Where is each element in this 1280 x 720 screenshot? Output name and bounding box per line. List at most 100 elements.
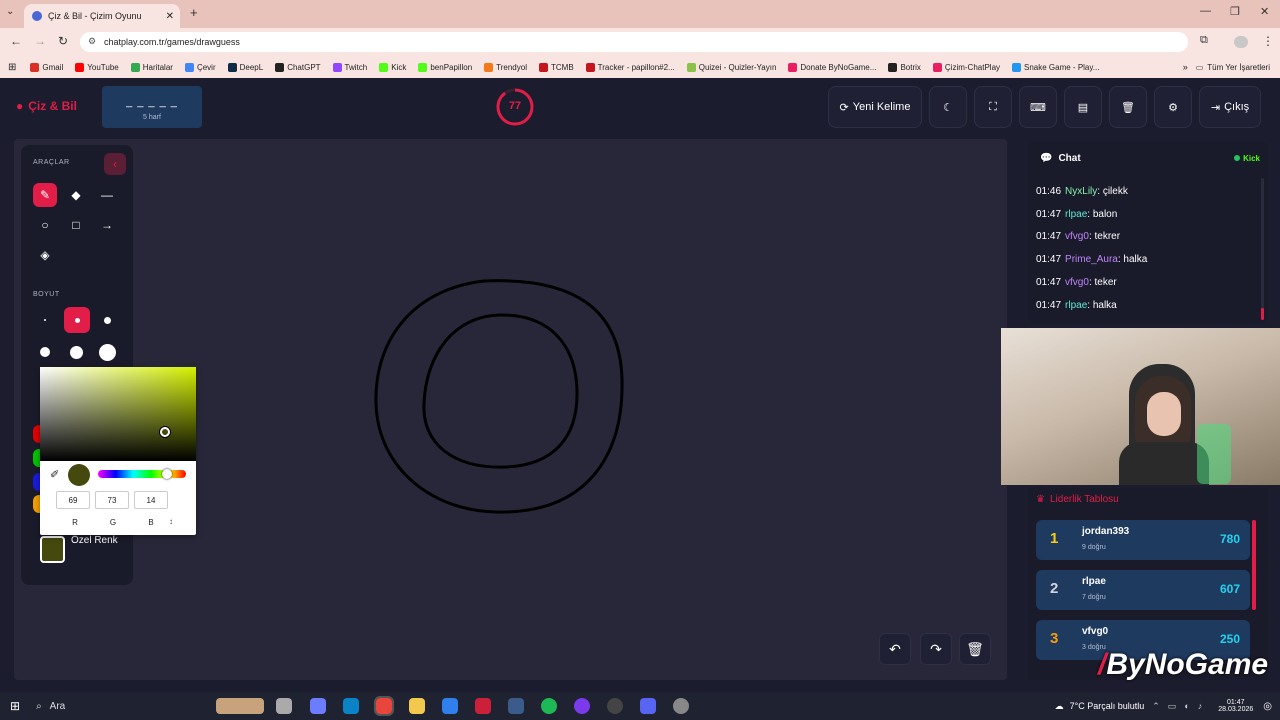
- redo-button[interactable]: ↷: [920, 633, 952, 665]
- message-user[interactable]: Prime_Aura: [1065, 254, 1118, 265]
- size-xs[interactable]: [33, 308, 57, 332]
- rectangle-tool[interactable]: □: [64, 213, 88, 237]
- bookmark-item[interactable]: Kick: [379, 62, 406, 72]
- task-view-icon[interactable]: [276, 698, 293, 714]
- taskbar-search[interactable]: ⌕ Ara: [36, 701, 216, 712]
- moon-icon: ☾: [943, 101, 953, 114]
- saturation-area[interactable]: [40, 367, 196, 461]
- bookmark-item[interactable]: Botrix: [888, 62, 921, 72]
- edge-icon[interactable]: [343, 698, 360, 714]
- address-bar[interactable]: ⚙ chatplay.com.tr/games/drawguess: [80, 32, 1188, 52]
- eyedropper-icon[interactable]: ✐: [50, 468, 59, 481]
- circle-tool[interactable]: ○: [33, 213, 57, 237]
- minimize-icon[interactable]: —: [1200, 5, 1211, 17]
- weather-widget[interactable]: ☁ 7°C Parçalı bulutlu: [1055, 701, 1145, 712]
- app-icon[interactable]: [574, 698, 591, 714]
- bookmark-item[interactable]: benPapillon: [418, 62, 472, 72]
- app-icon-2[interactable]: [673, 698, 690, 714]
- archive-button[interactable]: ▤: [1064, 86, 1102, 128]
- size-m[interactable]: [95, 308, 119, 332]
- close-window-icon[interactable]: ✕: [1260, 5, 1269, 18]
- apps-grid-icon[interactable]: ⊞: [8, 62, 16, 73]
- site-info-icon[interactable]: ⚙: [88, 36, 96, 47]
- clear-canvas-button[interactable]: 🗑: [959, 633, 991, 665]
- obs-icon[interactable]: [607, 698, 624, 714]
- size-s[interactable]: [64, 307, 90, 333]
- brush-tool[interactable]: ✎: [33, 183, 57, 207]
- more-bookmarks-icon[interactable]: »: [1183, 62, 1188, 72]
- exit-button[interactable]: ⇥ Çıkış: [1199, 86, 1261, 128]
- message-user[interactable]: NyxLily: [1065, 186, 1097, 197]
- undo-button[interactable]: ↶: [879, 633, 911, 665]
- fill-tool[interactable]: ◈: [33, 243, 57, 267]
- all-bookmarks[interactable]: ▭ Tüm Yer İşaretleri: [1196, 63, 1270, 72]
- copilot-icon[interactable]: [310, 698, 327, 714]
- mail-icon[interactable]: [442, 698, 459, 714]
- bookmark-item[interactable]: Trendyol: [484, 62, 527, 72]
- size-xxl[interactable]: [95, 340, 119, 364]
- color-picker[interactable]: ✐ 69 73 14 R G B ↕: [40, 367, 196, 535]
- settings-button[interactable]: ⚙: [1154, 86, 1192, 128]
- bookmark-item[interactable]: YouTube: [75, 62, 119, 72]
- green-input[interactable]: 73: [95, 491, 129, 509]
- size-l[interactable]: [33, 340, 57, 364]
- leaderboard-scrollbar[interactable]: [1252, 520, 1256, 610]
- chat-scroll-thumb[interactable]: [1261, 308, 1264, 320]
- bookmark-item[interactable]: DeepL: [227, 62, 263, 72]
- tray-icons[interactable]: ⌃▭◐♪: [1152, 701, 1210, 712]
- tab-search-icon[interactable]: ⌄: [6, 6, 14, 17]
- clear-chat-button[interactable]: 🗑: [1109, 86, 1147, 128]
- arrow-tool[interactable]: →: [95, 213, 119, 237]
- opera-icon[interactable]: [475, 698, 492, 714]
- bookmark-item[interactable]: Donate ByNoGame...: [788, 62, 876, 72]
- bookmark-item[interactable]: Çevir: [184, 62, 216, 72]
- eraser-tool[interactable]: ◆: [64, 183, 88, 207]
- extensions-icon[interactable]: ⧉: [1200, 34, 1208, 47]
- new-tab-icon[interactable]: +: [190, 5, 198, 20]
- back-icon[interactable]: ←: [10, 34, 22, 48]
- close-tab-icon[interactable]: ✕: [166, 11, 174, 22]
- collapse-panel-button[interactable]: ‹: [104, 153, 126, 175]
- bookmark-item[interactable]: Quizei - Quizler-Yayın: [686, 62, 776, 72]
- hue-handle[interactable]: [162, 469, 172, 479]
- message-user[interactable]: rlpae: [1065, 209, 1087, 220]
- bookmark-item[interactable]: ChatGPT: [275, 62, 321, 72]
- restore-icon[interactable]: ❐: [1230, 5, 1240, 18]
- browser-tab[interactable]: Çiz & Bil - Çizim Oyunu ✕: [24, 4, 180, 28]
- bookmark-item[interactable]: Tracker - papillon#2...: [585, 62, 675, 72]
- forward-icon[interactable]: →: [34, 34, 46, 48]
- fullscreen-button[interactable]: ⛶: [974, 86, 1012, 128]
- format-toggle-icon[interactable]: ↕: [169, 517, 173, 526]
- bookmark-item[interactable]: Gmail: [30, 62, 63, 72]
- steam-icon[interactable]: [508, 698, 525, 714]
- blue-input[interactable]: 14: [134, 491, 168, 509]
- red-input[interactable]: 69: [56, 491, 90, 509]
- chat-scrollbar[interactable]: [1261, 178, 1264, 320]
- bookmark-item[interactable]: Snake Game - Play...: [1012, 62, 1099, 72]
- bookmark-item[interactable]: Çizim-ChatPlay: [932, 62, 1000, 72]
- hue-slider[interactable]: [98, 470, 186, 478]
- notifications-icon[interactable]: ◎: [1263, 701, 1272, 712]
- bookmark-item[interactable]: TCMB: [538, 62, 574, 72]
- chrome-icon[interactable]: [374, 696, 395, 716]
- discord-icon[interactable]: [640, 698, 657, 714]
- bookmark-item[interactable]: Haritalar: [130, 62, 173, 72]
- reload-icon[interactable]: ↻: [58, 34, 68, 48]
- saturation-handle[interactable]: [160, 427, 170, 437]
- keyboard-button[interactable]: ⌨: [1019, 86, 1057, 128]
- message-user[interactable]: rlpae: [1065, 300, 1087, 311]
- clock[interactable]: 01:47 28.03.2026: [1218, 699, 1253, 713]
- line-tool[interactable]: —: [95, 183, 119, 207]
- windows-start-icon[interactable]: ⊞: [10, 699, 20, 713]
- message-user[interactable]: vfvg0: [1065, 231, 1089, 242]
- custom-color-swatch[interactable]: [40, 536, 65, 563]
- size-xl[interactable]: [64, 340, 88, 364]
- profile-avatar[interactable]: [1234, 36, 1248, 48]
- message-user[interactable]: vfvg0: [1065, 277, 1089, 288]
- bookmark-item[interactable]: Twitch: [332, 62, 367, 72]
- spotify-icon[interactable]: [541, 698, 558, 714]
- dark-mode-button[interactable]: ☾: [929, 86, 967, 128]
- file-explorer-icon[interactable]: [409, 698, 426, 714]
- new-word-button[interactable]: ⟳ Yeni Kelime: [828, 86, 922, 128]
- menu-kebab-icon[interactable]: ⋮: [1262, 34, 1274, 48]
